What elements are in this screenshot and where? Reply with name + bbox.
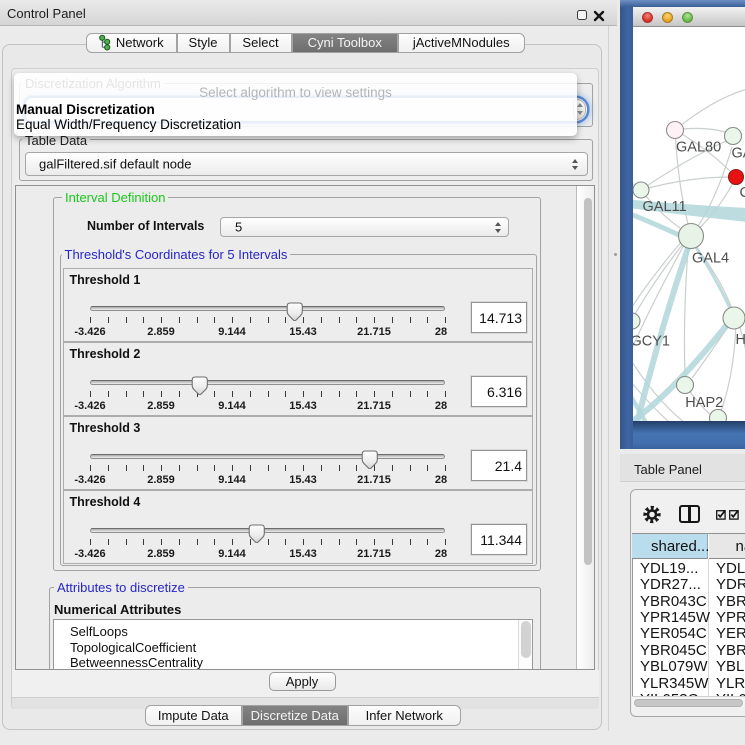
svg-text:GAL7: GAL7 bbox=[732, 146, 745, 162]
svg-text:HIS4: HIS4 bbox=[736, 332, 745, 348]
svg-text:GAL4: GAL4 bbox=[692, 251, 729, 267]
svg-text:CYC: CYC bbox=[740, 185, 745, 201]
svg-text:HAP2: HAP2 bbox=[685, 395, 723, 411]
svg-text:GCY1: GCY1 bbox=[633, 334, 670, 350]
svg-text:GAL80: GAL80 bbox=[676, 140, 721, 156]
svg-text:GAL11: GAL11 bbox=[643, 199, 687, 215]
